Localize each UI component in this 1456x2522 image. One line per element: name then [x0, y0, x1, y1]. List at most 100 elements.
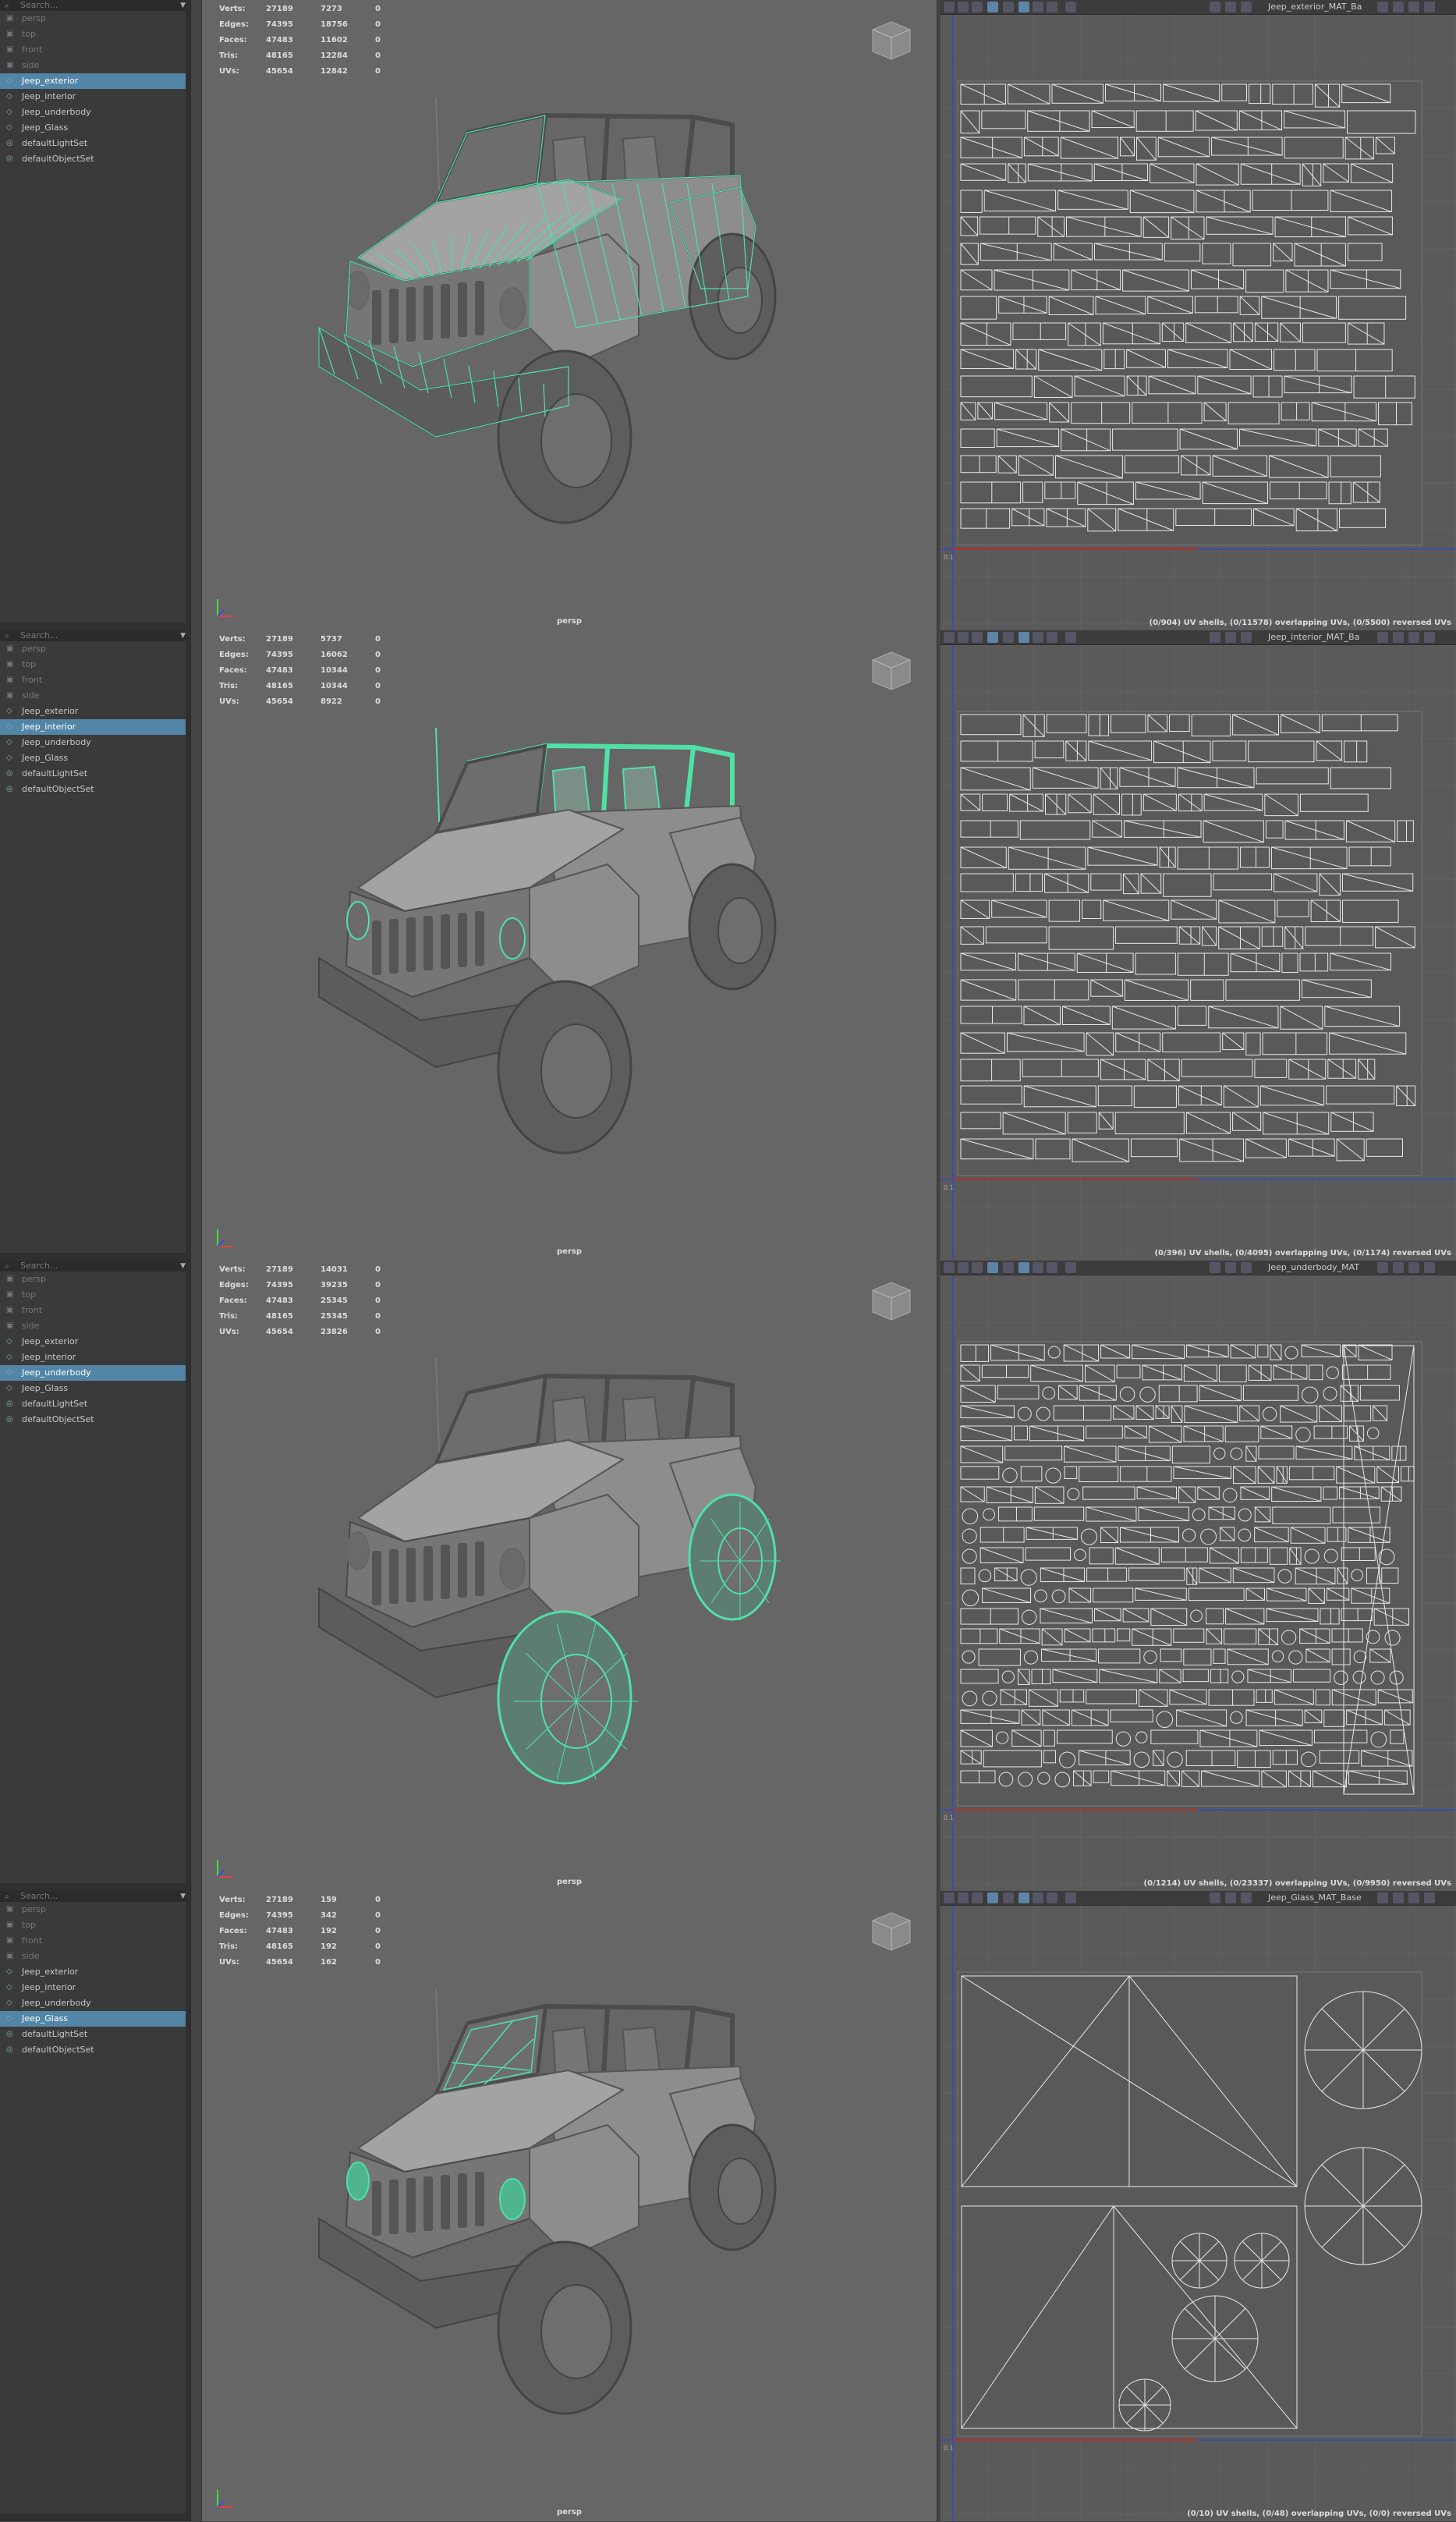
uv-layout-canvas[interactable]: 0.1	[941, 1275, 1456, 1891]
outliner-scrollbar-horizontal[interactable]	[0, 623, 190, 630]
outliner-item-persp[interactable]: ▣ persp	[0, 641, 190, 657]
uv-option-icon[interactable]	[1424, 2, 1435, 12]
uv-texture-dropdown[interactable]: Jeep_Glass_MAT_Base	[1268, 1891, 1362, 1905]
outliner-scrollbar-vertical[interactable]	[186, 0, 190, 630]
uv-display-icon[interactable]	[1210, 2, 1220, 12]
uv-tool-icon[interactable]	[972, 2, 983, 12]
uv-tool-icon[interactable]	[1065, 1892, 1076, 1903]
chevron-down-icon[interactable]: ▼	[180, 1891, 186, 1902]
outliner-item-defaultObjectSet[interactable]: ◎ defaultObjectSet	[0, 151, 190, 167]
outliner-item-side[interactable]: ▣ side	[0, 58, 190, 73]
uv-tool-icon[interactable]	[972, 632, 983, 643]
uv-editor[interactable]: Jeep_underbody_MAT 0.1 (0/1214) UV shells,…	[941, 1261, 1456, 1891]
chevron-down-icon[interactable]: ▼	[180, 0, 186, 11]
outliner-item-front[interactable]: ▣ front	[0, 672, 190, 688]
uv-tool-icon[interactable]	[944, 1262, 955, 1273]
uv-texture-dropdown[interactable]: Jeep_underbody_MAT	[1268, 1261, 1359, 1275]
uv-layout-canvas[interactable]: 0.1	[941, 1906, 1456, 2521]
outliner-item-persp[interactable]: ▣ persp	[0, 11, 190, 27]
outliner-item-top[interactable]: ▣ top	[0, 657, 190, 672]
uv-display-icon[interactable]	[1225, 1892, 1236, 1903]
uv-display-icon[interactable]	[1241, 632, 1252, 643]
outliner-item-side[interactable]: ▣ side	[0, 1949, 190, 1964]
outliner-search[interactable]: ⌕ Search... ▼	[0, 630, 190, 641]
uv-layout-canvas[interactable]: 0.1	[941, 15, 1456, 630]
outliner-item-front[interactable]: ▣ front	[0, 1303, 190, 1318]
uv-tool-icon[interactable]	[1018, 1892, 1029, 1903]
uv-option-icon[interactable]	[1408, 632, 1419, 643]
outliner-item-Jeep_interior[interactable]: ◇ Jeep_interior	[0, 719, 190, 735]
uv-option-icon[interactable]	[1424, 1892, 1435, 1903]
uv-tool-icon[interactable]	[1018, 1262, 1029, 1273]
uv-option-icon[interactable]	[1377, 1262, 1388, 1273]
outliner-item-Jeep_underbody[interactable]: ◇ Jeep_underbody	[0, 1995, 190, 2011]
uv-option-icon[interactable]	[1393, 1892, 1404, 1903]
view-cube-icon[interactable]	[870, 1910, 913, 1953]
uv-tool-icon[interactable]	[987, 1892, 998, 1903]
uv-editor[interactable]: Jeep_interior_MAT_Ba 0.1 (0/396) UV shells…	[941, 630, 1456, 1261]
view-cube-icon[interactable]	[870, 649, 913, 693]
outliner-item-defaultObjectSet[interactable]: ◎ defaultObjectSet	[0, 2042, 190, 2058]
uv-display-icon[interactable]	[1225, 1262, 1236, 1273]
uv-tool-icon[interactable]	[1033, 632, 1043, 643]
uv-tool-icon[interactable]	[1018, 632, 1029, 643]
uv-tool-icon[interactable]	[972, 1892, 983, 1903]
outliner-scrollbar-horizontal[interactable]	[0, 1883, 190, 1891]
outliner-item-defaultLightSet[interactable]: ◎ defaultLightSet	[0, 2027, 190, 2042]
uv-texture-dropdown[interactable]: Jeep_exterior_MAT_Ba	[1268, 0, 1362, 14]
viewport-persp[interactable]: Verts: 27189 5737 0 Edges: 74395 16062 0 Faces: 4…	[201, 630, 937, 1261]
outliner-item-Jeep_exterior[interactable]: ◇ Jeep_exterior	[0, 1334, 190, 1350]
outliner-item-Jeep_Glass[interactable]: ◇ Jeep_Glass	[0, 120, 190, 136]
uv-layout-canvas[interactable]: 0.1	[941, 645, 1456, 1261]
uv-tool-icon[interactable]	[972, 1262, 983, 1273]
uv-display-icon[interactable]	[1241, 1892, 1252, 1903]
uv-option-icon[interactable]	[1377, 632, 1388, 643]
uv-option-icon[interactable]	[1393, 1262, 1404, 1273]
uv-option-icon[interactable]	[1424, 1262, 1435, 1273]
uv-tool-icon[interactable]	[1003, 1892, 1014, 1903]
viewport-persp[interactable]: Verts: 27189 7273 0 Edges: 74395 18756 0 Faces: 4…	[201, 0, 937, 630]
uv-display-icon[interactable]	[1210, 1262, 1220, 1273]
uv-tool-icon[interactable]	[1003, 1262, 1014, 1273]
outliner-item-top[interactable]: ▣ top	[0, 1287, 190, 1303]
chevron-down-icon[interactable]: ▼	[180, 1261, 186, 1272]
outliner-item-front[interactable]: ▣ front	[0, 42, 190, 58]
outliner-scrollbar-vertical[interactable]	[186, 1261, 190, 1891]
uv-tool-icon[interactable]	[987, 632, 998, 643]
outliner-scrollbar-horizontal[interactable]	[0, 1253, 190, 1261]
outliner-item-Jeep_Glass[interactable]: ◇ Jeep_Glass	[0, 750, 190, 766]
uv-tool-icon[interactable]	[987, 2, 998, 12]
outliner-item-front[interactable]: ▣ front	[0, 1933, 190, 1949]
outliner-search[interactable]: ⌕ Search... ▼	[0, 1891, 190, 1902]
uv-display-icon[interactable]	[1210, 632, 1220, 643]
outliner-item-defaultObjectSet[interactable]: ◎ defaultObjectSet	[0, 1412, 190, 1428]
uv-texture-dropdown[interactable]: Jeep_interior_MAT_Ba	[1268, 630, 1359, 644]
uv-option-icon[interactable]	[1424, 632, 1435, 643]
uv-display-icon[interactable]	[1210, 1892, 1220, 1903]
view-cube-icon[interactable]	[870, 19, 913, 62]
uv-option-icon[interactable]	[1408, 1262, 1419, 1273]
uv-tool-icon[interactable]	[1065, 2, 1076, 12]
outliner-item-Jeep_exterior[interactable]: ◇ Jeep_exterior	[0, 1964, 190, 1980]
outliner-item-top[interactable]: ▣ top	[0, 27, 190, 42]
uv-option-icon[interactable]	[1377, 2, 1388, 12]
outliner-item-side[interactable]: ▣ side	[0, 688, 190, 704]
uv-tool-icon[interactable]	[1047, 632, 1057, 643]
uv-tool-icon[interactable]	[944, 2, 955, 12]
view-cube-icon[interactable]	[870, 1279, 913, 1323]
outliner-item-persp[interactable]: ▣ persp	[0, 1272, 190, 1287]
uv-display-icon[interactable]	[1241, 2, 1252, 12]
uv-tool-icon[interactable]	[958, 1262, 969, 1273]
outliner-item-Jeep_interior[interactable]: ◇ Jeep_interior	[0, 1980, 190, 1995]
uv-tool-icon[interactable]	[987, 1262, 998, 1273]
uv-option-icon[interactable]	[1408, 1892, 1419, 1903]
uv-tool-icon[interactable]	[1033, 1262, 1043, 1273]
uv-tool-icon[interactable]	[1047, 1892, 1057, 1903]
outliner-scrollbar-horizontal[interactable]	[0, 2513, 190, 2521]
uv-display-icon[interactable]	[1225, 2, 1236, 12]
outliner-search[interactable]: ⌕ Search... ▼	[0, 1261, 190, 1272]
uv-option-icon[interactable]	[1408, 2, 1419, 12]
outliner-item-Jeep_Glass[interactable]: ◇ Jeep_Glass	[0, 1381, 190, 1396]
uv-editor[interactable]: Jeep_exterior_MAT_Ba 0.1 (0/904) UV shells…	[941, 0, 1456, 630]
uv-option-icon[interactable]	[1393, 632, 1404, 643]
